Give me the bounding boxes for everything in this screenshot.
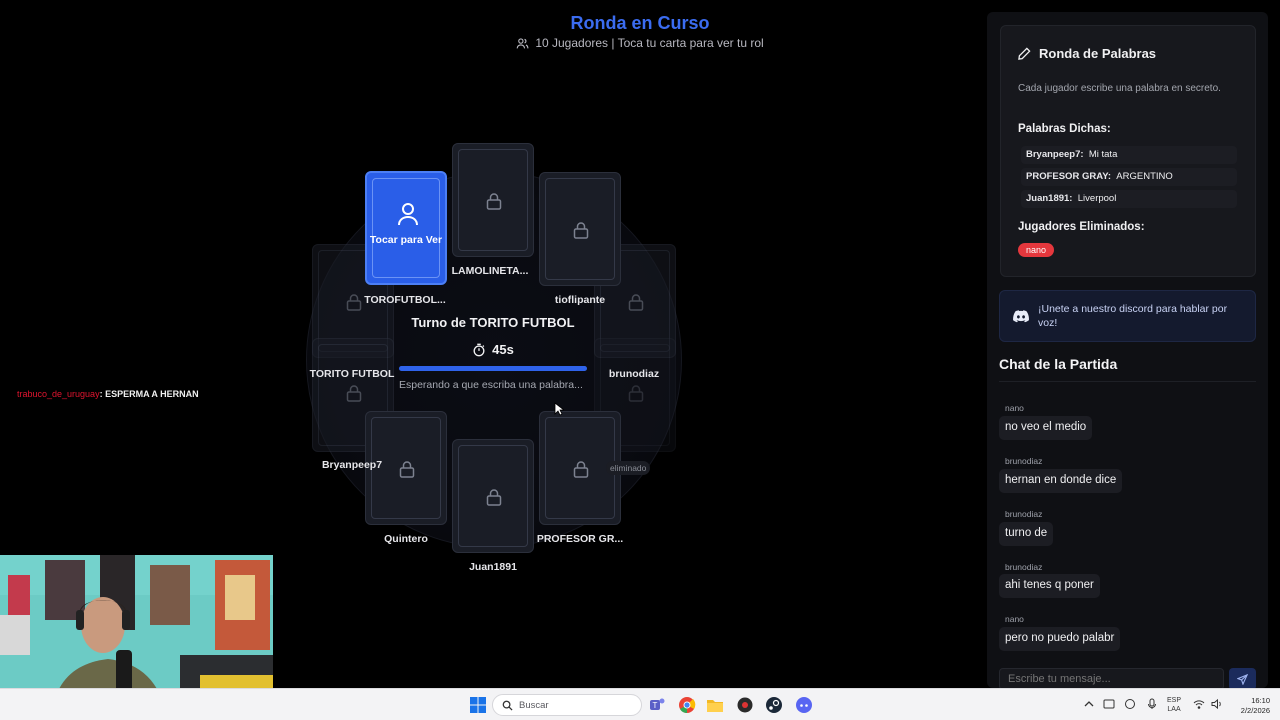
said-word-row: PROFESOR GRAY: ARGENTINO [1021, 168, 1237, 186]
discord-banner[interactable]: ¡Unete a nuestro discord para hablar por… [999, 290, 1256, 342]
said-word-player: Bryanpeep7: [1026, 149, 1084, 160]
said-word-player: PROFESOR GRAY: [1026, 171, 1111, 182]
words-card-description: Cada jugador escribe una palabra en secr… [1018, 83, 1221, 94]
users-icon [516, 37, 529, 48]
lock-icon [573, 461, 589, 478]
chat-message-user: nano [1005, 403, 1024, 413]
svg-text:T: T [653, 701, 658, 710]
my-card-label: Tocar para Ver [369, 234, 443, 246]
words-round-card: Ronda de Palabras Cada jugador escribe u… [1000, 25, 1256, 277]
player-name: Quintero [384, 533, 428, 545]
turn-progress-fill [399, 366, 587, 371]
chat-message-text: pero no puedo palabr [999, 627, 1121, 651]
teams-icon[interactable]: T [648, 696, 666, 714]
language-layout: LAA [1167, 706, 1181, 713]
webcam-feed [0, 555, 273, 688]
microphone-icon[interactable] [1146, 698, 1158, 710]
eliminated-badge: eliminado [606, 461, 651, 475]
chat-divider [999, 381, 1256, 382]
game-screen: Ronda en Curso 10 Jugadores | Toca tu ca… [0, 0, 1280, 688]
taskbar-search[interactable]: Buscar [492, 694, 642, 716]
turn-progress-bar [399, 366, 587, 371]
player-name: PROFESOR GR... [536, 533, 624, 545]
chat-input[interactable] [999, 668, 1224, 688]
lock-icon [573, 222, 589, 239]
chrome-icon[interactable] [678, 696, 696, 714]
timer-value: 45s [492, 342, 514, 357]
tray-app-icon[interactable] [1103, 698, 1115, 710]
app-icon[interactable] [736, 696, 754, 714]
chat-message-text: no veo el medio [999, 416, 1093, 440]
lock-icon [486, 489, 502, 506]
said-word-player: Juan1891: [1026, 193, 1073, 204]
said-words-heading: Palabras Dichas: [1018, 123, 1111, 135]
clock-time: 16:10 [1251, 696, 1270, 705]
page-title: Ronda en Curso [570, 13, 710, 33]
player-name: Bryanpeep7 [321, 459, 383, 471]
taskbar-clock[interactable]: 16:10 2/2/2026 [1230, 696, 1270, 716]
player-name: Juan1891 [469, 561, 517, 573]
search-icon [502, 700, 513, 711]
eliminated-player-badge: nano [1018, 243, 1055, 257]
chat-message-text: hernan en donde dice [999, 469, 1123, 493]
player-name: brunodiaz [608, 368, 660, 380]
keyboard-language[interactable]: ESP LAA [1167, 696, 1181, 714]
taskbar-search-placeholder: Buscar [519, 700, 549, 711]
chat-message-user: brunodiaz [1005, 509, 1043, 519]
said-word-row: Juan1891: Liverpool [1021, 190, 1237, 208]
my-card-button[interactable]: Tocar para Ver [365, 171, 447, 285]
lock-icon [486, 193, 502, 210]
waiting-text: Esperando a que escriba una palabra... [399, 379, 583, 391]
windows-taskbar: Buscar T ESP LAA 16:10 2/2/2026 [0, 688, 1280, 720]
player-name: tioflipante [554, 294, 606, 306]
player-card-tioflipante[interactable] [539, 172, 621, 286]
discord-banner-text: ¡Unete a nuestro discord para hablar por… [1038, 303, 1228, 329]
players-summary: 10 Jugadores | Toca tu carta para ver tu… [535, 36, 764, 50]
discord-icon [1013, 310, 1029, 323]
lock-icon [346, 385, 362, 402]
tray-app-icon[interactable] [1124, 698, 1136, 710]
overlay-username: trabuco_de_uruguay [17, 389, 100, 399]
wifi-icon[interactable] [1193, 698, 1205, 710]
language-code: ESP [1167, 697, 1182, 704]
chat-message-user: brunodiaz [1005, 456, 1043, 466]
eliminated-heading: Jugadores Eliminados: [1018, 221, 1145, 233]
chevron-up-icon[interactable] [1083, 698, 1095, 710]
send-icon [1237, 674, 1248, 685]
player-card-lamolineta[interactable] [452, 143, 534, 257]
stopwatch-icon [473, 343, 485, 356]
lock-icon [628, 385, 644, 402]
page-subtitle: 10 Jugadores | Toca tu carta para ver tu… [440, 36, 840, 50]
file-explorer-icon[interactable] [706, 696, 724, 714]
overlay-message: : ESPERMA A HERNAN [99, 389, 199, 399]
chat-message-text: ahi tenes q poner [999, 574, 1100, 598]
turn-timer: 45s [443, 342, 543, 357]
chat-title: Chat de la Partida [999, 356, 1118, 372]
player-name: TOROFUTBOL... [364, 294, 446, 306]
mouse-cursor-icon [554, 402, 564, 416]
player-name: TORITO FUTBOL [309, 368, 395, 380]
clock-date: 2/2/2026 [1240, 706, 1270, 715]
said-word-value: Mi tata [1088, 149, 1118, 160]
said-word-row: Bryanpeep7: Mi tata [1021, 146, 1237, 164]
windows-start-icon[interactable] [469, 696, 487, 714]
chat-message-user: brunodiaz [1005, 562, 1043, 572]
player-name: LAMOLINETA... [451, 265, 529, 277]
stream-chat-overlay: trabuco_de_uruguay: ESPERMA A HERNAN [17, 389, 199, 399]
volume-icon[interactable] [1211, 698, 1223, 710]
words-card-title-text: Ronda de Palabras [1039, 46, 1157, 61]
chat-message-text: turno de [999, 522, 1054, 546]
user-icon [398, 203, 418, 226]
said-word-value: Liverpool [1077, 193, 1117, 204]
words-card-title: Ronda de Palabras [1018, 46, 1156, 61]
send-button[interactable] [1229, 668, 1256, 688]
pencil-icon [1018, 47, 1031, 60]
discord-taskbar-icon[interactable] [795, 696, 813, 714]
chat-message-user: nano [1005, 614, 1024, 624]
steam-icon[interactable] [765, 696, 783, 714]
player-card-juan1891[interactable] [452, 439, 534, 553]
said-word-value: ARGENTINO [1116, 171, 1173, 182]
turn-title: Turno de TORITO FUTBOL [411, 315, 575, 330]
